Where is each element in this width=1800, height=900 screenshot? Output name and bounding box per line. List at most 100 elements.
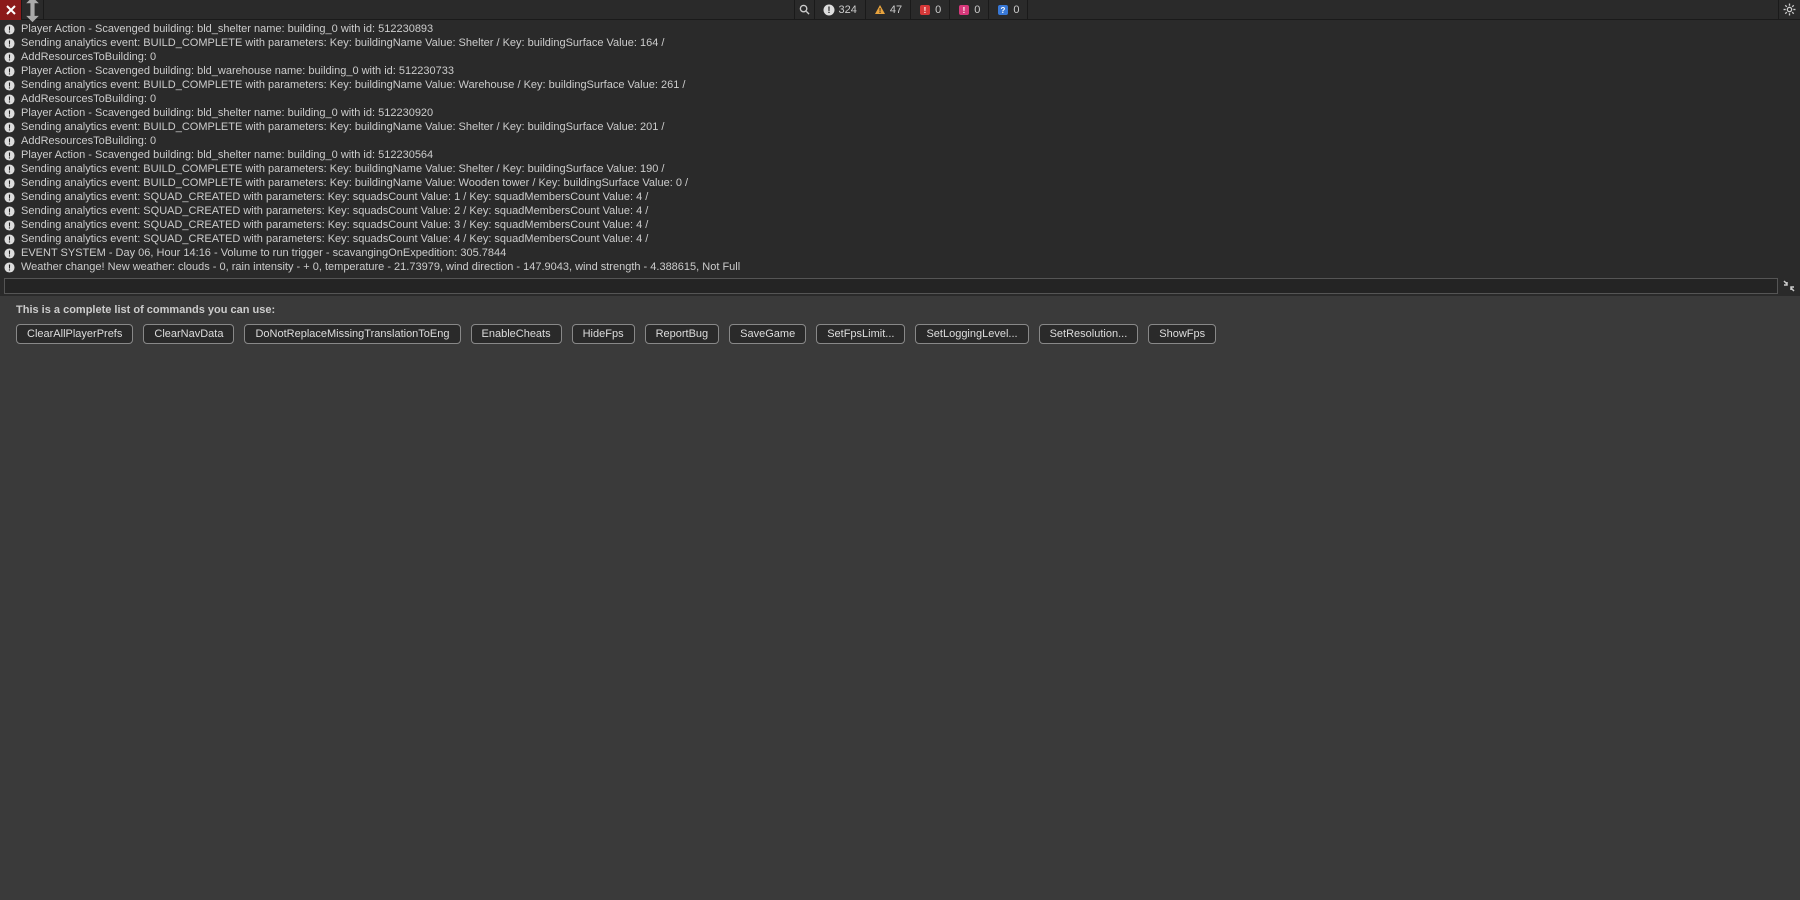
log-line[interactable]: ! Weather change! New weather: clouds - 0… xyxy=(0,260,1800,274)
svg-text:!: ! xyxy=(8,221,11,230)
svg-text:!: ! xyxy=(8,39,11,48)
info-icon: ! xyxy=(4,234,15,245)
log-text: Sending analytics event: BUILD_COMPLETE … xyxy=(21,163,664,175)
close-button[interactable] xyxy=(0,0,22,20)
log-text: Sending analytics event: BUILD_COMPLETE … xyxy=(21,79,685,91)
commands-section: This is a complete list of commands you … xyxy=(0,296,1800,352)
command-button[interactable]: ReportBug xyxy=(645,324,720,344)
info-icon: ! xyxy=(4,248,15,259)
log-line[interactable]: ! Sending analytics event: BUILD_COMPLETE… xyxy=(0,176,1800,190)
command-button[interactable]: SaveGame xyxy=(729,324,806,344)
svg-text:!: ! xyxy=(8,165,11,174)
log-line[interactable]: ! Sending analytics event: BUILD_COMPLETE… xyxy=(0,78,1800,92)
log-text: Sending analytics event: SQUAD_CREATED w… xyxy=(21,191,648,203)
error2-count: 0 xyxy=(974,4,980,16)
info-icon: ! xyxy=(4,122,15,133)
question-counter[interactable]: ? 0 xyxy=(988,0,1028,20)
log-text: Sending analytics event: SQUAD_CREATED w… xyxy=(21,219,648,231)
log-line[interactable]: ! Player Action - Scavenged building: bld… xyxy=(0,64,1800,78)
log-line[interactable]: ! Sending analytics event: BUILD_COMPLETE… xyxy=(0,162,1800,176)
log-text: Sending analytics event: BUILD_COMPLETE … xyxy=(21,177,688,189)
info-icon: ! xyxy=(4,192,15,203)
command-button[interactable]: ShowFps xyxy=(1148,324,1216,344)
svg-text:!: ! xyxy=(963,6,966,15)
log-line[interactable]: ! Sending analytics event: BUILD_COMPLETE… xyxy=(0,36,1800,50)
log-line[interactable]: ! AddResourcesToBuilding: 0 xyxy=(0,92,1800,106)
svg-text:!: ! xyxy=(8,109,11,118)
log-line[interactable]: !Player Action - Scavenged building: bld… xyxy=(0,106,1800,120)
info-icon: ! xyxy=(4,108,15,119)
log-line[interactable]: ! Player Action - Scavenged building: bld… xyxy=(0,22,1800,36)
warn-count: 47 xyxy=(890,4,902,16)
svg-text:!: ! xyxy=(8,95,11,104)
svg-text:!: ! xyxy=(924,6,927,15)
resize-button[interactable] xyxy=(22,0,44,20)
svg-text:!: ! xyxy=(8,263,11,272)
log-text: AddResourcesToBuilding: 0 xyxy=(21,93,156,105)
error2-icon: ! xyxy=(958,4,970,16)
command-input[interactable] xyxy=(4,278,1778,294)
svg-text:!: ! xyxy=(8,53,11,62)
command-button[interactable]: ClearAllPlayerPrefs xyxy=(16,324,133,344)
svg-text:!: ! xyxy=(8,207,11,216)
log-text: EVENT SYSTEM - Day 06, Hour 14:16 - Volu… xyxy=(21,247,506,259)
log-line[interactable]: ! EVENT SYSTEM - Day 06, Hour 14:16 - Vol… xyxy=(0,246,1800,260)
svg-text:?: ? xyxy=(1001,6,1006,15)
error-count: 0 xyxy=(935,4,941,16)
toolbar-left xyxy=(0,0,44,20)
log-line[interactable]: !Sending analytics event: SQUAD_CREATED … xyxy=(0,232,1800,246)
log-text: Player Action - Scavenged building: bld_… xyxy=(21,149,433,161)
svg-text:!: ! xyxy=(8,81,11,90)
info-icon: ! xyxy=(4,52,15,63)
svg-text:!: ! xyxy=(8,235,11,244)
info-icon: ! xyxy=(4,220,15,231)
info-icon: ! xyxy=(4,178,15,189)
log-line[interactable]: !Sending analytics event: SQUAD_CREATED … xyxy=(0,204,1800,218)
svg-text:!: ! xyxy=(8,179,11,188)
info-icon: ! xyxy=(4,24,15,35)
settings-button[interactable] xyxy=(1778,0,1800,20)
error-icon: ! xyxy=(919,4,931,16)
log-text: Player Action - Scavenged building: bld_… xyxy=(21,65,454,77)
error2-counter[interactable]: ! 0 xyxy=(949,0,988,20)
svg-text:!: ! xyxy=(827,5,830,15)
info-icon: ! xyxy=(4,66,15,77)
log-text: Weather change! New weather: clouds - 0,… xyxy=(21,261,740,273)
info-counter[interactable]: ! 324 xyxy=(814,0,865,20)
error-counter[interactable]: ! 0 xyxy=(910,0,949,20)
log-text: Sending analytics event: BUILD_COMPLETE … xyxy=(21,121,664,133)
command-input-row xyxy=(0,276,1800,296)
info-icon: ! xyxy=(4,206,15,217)
commands-row: ClearAllPlayerPrefs ClearNavData DoNotRepl… xyxy=(16,324,1784,344)
command-button[interactable]: SetResolution... xyxy=(1039,324,1139,344)
log-line[interactable]: ! Sending analytics event: BUILD_COMPLETE… xyxy=(0,120,1800,134)
svg-text:!: ! xyxy=(8,151,11,160)
info-icon: ! xyxy=(823,4,835,16)
log-line[interactable]: ! Sending analytics event: SQUAD_CREATED … xyxy=(0,218,1800,232)
command-button[interactable]: SetFpsLimit... xyxy=(816,324,905,344)
command-button[interactable]: HideFps xyxy=(572,324,635,344)
svg-text:!: ! xyxy=(8,123,11,132)
log-line[interactable]: ! Player Action - Scavenged building: bld… xyxy=(0,148,1800,162)
log-text: Sending analytics event: BUILD_COMPLETE … xyxy=(21,37,664,49)
log-line[interactable]: ! AddResourcesToBuilding: 0 xyxy=(0,50,1800,64)
toolbar-right xyxy=(1778,0,1800,20)
log-text: AddResourcesToBuilding: 0 xyxy=(21,51,156,63)
info-icon: ! xyxy=(4,80,15,91)
commands-label: This is a complete list of commands you … xyxy=(16,304,1784,316)
info-icon: ! xyxy=(4,94,15,105)
command-button[interactable]: EnableCheats xyxy=(471,324,562,344)
question-count: 0 xyxy=(1013,4,1019,16)
expand-icon[interactable] xyxy=(1782,279,1796,293)
command-button[interactable]: DoNotReplaceMissingTranslationToEng xyxy=(244,324,460,344)
warn-counter[interactable]: ! 47 xyxy=(865,0,910,20)
log-line[interactable]: !AddResourcesToBuilding: 0 xyxy=(0,134,1800,148)
svg-text:!: ! xyxy=(8,137,11,146)
question-icon: ? xyxy=(997,4,1009,16)
log-area[interactable]: ! Player Action - Scavenged building: bld… xyxy=(0,20,1800,276)
log-line[interactable]: ! Sending analytics event: SQUAD_CREATED … xyxy=(0,190,1800,204)
log-text: Player Action - Scavenged building: bld_… xyxy=(21,23,433,35)
search-button[interactable] xyxy=(794,0,814,20)
command-button[interactable]: ClearNavData xyxy=(143,324,234,344)
command-button[interactable]: SetLoggingLevel... xyxy=(915,324,1028,344)
